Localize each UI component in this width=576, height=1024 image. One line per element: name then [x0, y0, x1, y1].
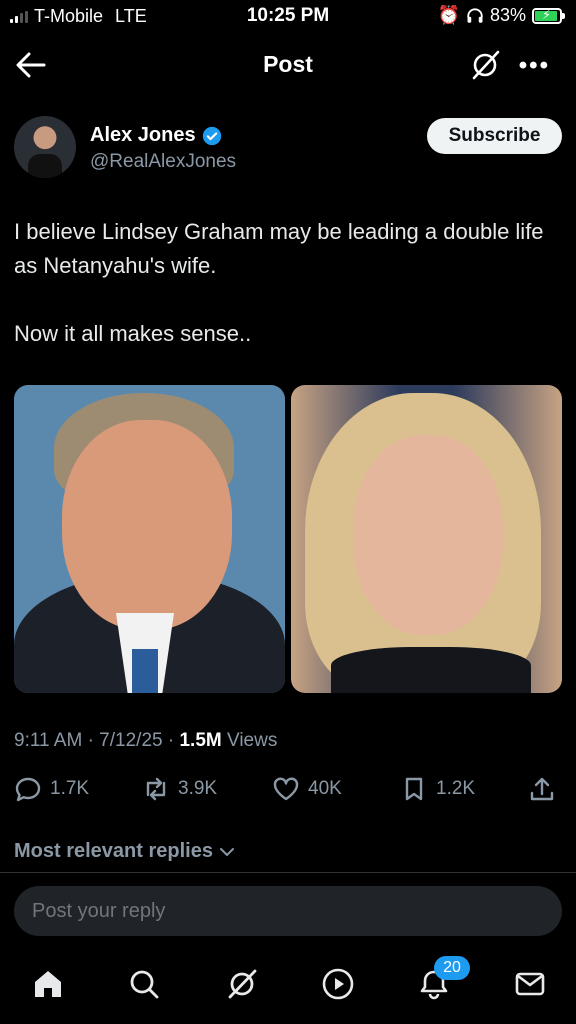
- bookmark-icon: [405, 777, 423, 801]
- post-timestamp: 9:11 AM · 7/12/25 ·: [14, 730, 180, 751]
- home-icon: [35, 971, 61, 997]
- grok-icon: [228, 969, 257, 999]
- views-count: 1.5M: [179, 730, 222, 751]
- repost-icon: [146, 777, 166, 801]
- share-action[interactable]: [528, 775, 556, 803]
- bolt-icon: ⚡: [542, 6, 552, 22]
- author-name[interactable]: Alex Jones: [90, 124, 196, 147]
- subscribe-button[interactable]: Subscribe: [427, 118, 562, 154]
- bookmark-action[interactable]: 1.2K: [400, 775, 475, 803]
- nav-messages[interactable]: [510, 964, 550, 1004]
- replies-header-label: Most relevant replies: [14, 840, 213, 862]
- nav-search[interactable]: [124, 964, 164, 1004]
- media-image-1[interactable]: [14, 385, 285, 693]
- video-icon: [322, 968, 354, 1000]
- post-meta: 9:11 AM · 7/12/25 · 1.5M Views: [14, 730, 277, 752]
- alarm-icon: ⏰: [437, 5, 460, 25]
- reply-count: 1.7K: [50, 778, 90, 799]
- replies-sort-dropdown[interactable]: Most relevant replies: [14, 840, 237, 863]
- share-icon: [530, 777, 554, 801]
- status-bar: T-Mobile LTE 10:25 PM ⏰ 83% ⚡: [0, 0, 576, 34]
- post-media: [14, 385, 562, 693]
- post-author: Alex Jones @RealAlexJones Subscribe: [14, 116, 562, 186]
- like-count: 40K: [308, 778, 342, 799]
- post-text: I believe Lindsey Graham may be leading …: [14, 215, 564, 385]
- repost-action[interactable]: 3.9K: [142, 775, 217, 803]
- post-text-line-1: I believe Lindsey Graham may be leading …: [14, 219, 544, 278]
- divider: [0, 872, 576, 873]
- battery-percent: 83%: [489, 5, 526, 25]
- nav-notifications[interactable]: 20: [414, 956, 470, 1004]
- media-image-2[interactable]: [291, 385, 562, 693]
- top-nav: Post •••: [0, 40, 576, 90]
- post-actions: 1.7K 3.9K 40K 1.2K: [14, 775, 562, 809]
- repost-count: 3.9K: [178, 778, 218, 799]
- bottom-nav: 20: [0, 948, 576, 1024]
- author-handle[interactable]: @RealAlexJones: [90, 151, 236, 173]
- battery-charging-icon: ⚡: [532, 6, 565, 24]
- bookmark-count: 1.2K: [436, 778, 476, 799]
- status-right: ⏰ 83% ⚡: [437, 5, 565, 26]
- author-name-row: Alex Jones: [90, 124, 222, 147]
- messages-icon: [515, 972, 545, 996]
- notifications-badge: 20: [434, 956, 470, 980]
- verified-badge-icon: [202, 126, 221, 145]
- grok-icon[interactable]: [468, 48, 502, 82]
- nav-grok[interactable]: [222, 964, 262, 1004]
- reply-placeholder: Post your reply: [32, 899, 166, 922]
- post-text-line-2: Now it all makes sense..: [14, 321, 252, 346]
- heart-icon: [273, 777, 299, 801]
- headphones-icon: [467, 7, 483, 23]
- views-label: Views: [221, 730, 278, 751]
- reply-icon: [15, 777, 41, 802]
- reply-action[interactable]: 1.7K: [14, 775, 89, 803]
- more-icon[interactable]: •••: [519, 52, 550, 80]
- nav-video[interactable]: [318, 964, 358, 1004]
- chevron-down-icon: [219, 847, 234, 856]
- avatar[interactable]: [14, 116, 76, 178]
- reply-input[interactable]: Post your reply: [14, 886, 562, 936]
- search-icon: [130, 970, 159, 999]
- nav-home[interactable]: [28, 964, 68, 1004]
- like-action[interactable]: 40K: [272, 775, 342, 803]
